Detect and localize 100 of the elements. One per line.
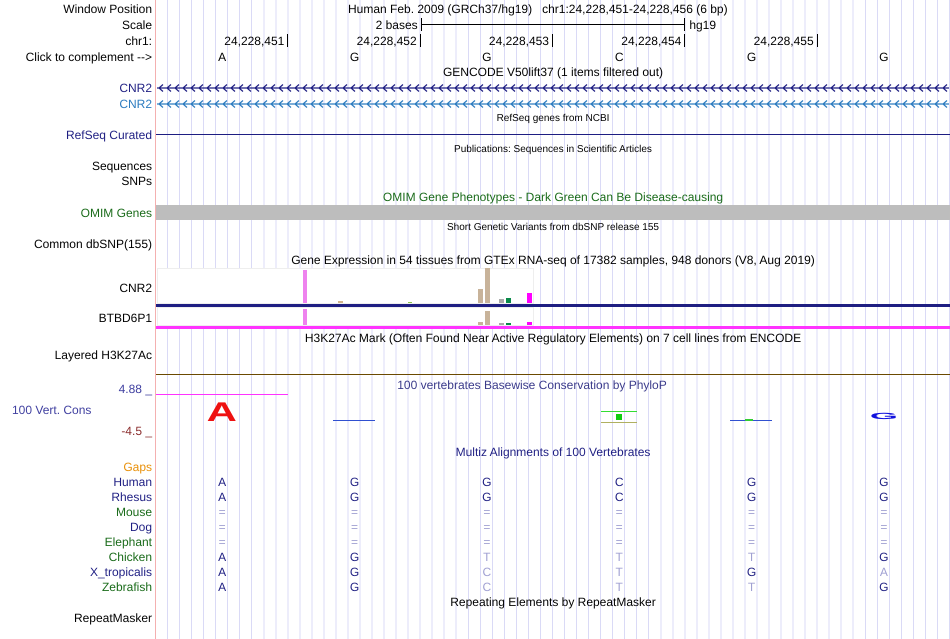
window-position: Human Feb. 2009 (GRCh37/hg19) (348, 2, 532, 16)
aligned-base: T (746, 580, 756, 594)
aligned-base: = (350, 504, 359, 518)
axis-max-label: 4.88 _ (118, 382, 152, 396)
aligned-base: G (878, 550, 890, 564)
species-label[interactable]: X_tropicalis (90, 564, 152, 578)
coordinate-label: 24,228,451 (224, 34, 284, 48)
row-label: Window Position (63, 2, 152, 16)
species-label[interactable]: Dog (130, 520, 152, 534)
track-label[interactable]: CNR2 (119, 280, 152, 294)
aligned-base: = (746, 504, 756, 518)
aligned-base: = (218, 520, 227, 534)
aligned-base: C (481, 564, 492, 578)
track-title: Repeating Elements by RepeatMasker (450, 595, 656, 609)
aligned-base: G (348, 474, 360, 488)
species-label[interactable]: Rhesus (111, 490, 152, 504)
assembly-label: hg19 (688, 18, 718, 32)
base-letter[interactable]: G (420, 50, 553, 64)
track-title: Short Genetic Variants from dbSNP release 155 (447, 221, 659, 235)
aligned-base: G (746, 474, 758, 488)
aligned-base: = (614, 534, 624, 548)
species-label[interactable]: Zebrafish (102, 580, 152, 594)
base-letter[interactable]: C (552, 50, 686, 64)
species-label[interactable]: Chicken (108, 550, 152, 564)
position-range: chr1:24,228,451-24,228,456 (6 bp) (542, 2, 728, 16)
ruler-tick (420, 34, 421, 47)
track-title: GENCODE V50lift37 (1 items filtered out) (442, 65, 664, 79)
aligned-base: C (614, 490, 624, 504)
species-label[interactable]: Human (113, 474, 152, 488)
base-letter[interactable]: G (818, 50, 950, 64)
aligned-base: G (878, 474, 890, 488)
aligned-base: = (350, 520, 359, 534)
aligned-base: T (614, 564, 624, 578)
coordinate-label: 24,228,454 (621, 34, 682, 48)
aligned-base: G (481, 474, 492, 488)
aligned-base: T (482, 550, 492, 564)
aligned-base: A (217, 490, 228, 504)
logo-dash (730, 420, 772, 421)
aligned-base: G (348, 550, 360, 564)
aligned-base: A (878, 564, 889, 578)
track-label[interactable]: 100 Vert. Cons (0, 403, 92, 417)
aligned-base: = (746, 520, 756, 534)
aligned-base: G (746, 490, 758, 504)
aligned-base: C (481, 580, 492, 594)
aligned-base: = (614, 520, 624, 534)
logo-letter: G (870, 412, 898, 421)
aligned-base: T (746, 550, 756, 564)
base-letter[interactable]: G (288, 50, 421, 64)
track-label[interactable]: Layered H3K27Ac (54, 348, 152, 362)
track-label[interactable]: RefSeq Curated (66, 128, 152, 142)
track-label[interactable]: CNR2 (119, 81, 152, 95)
aligned-base: A (217, 564, 228, 578)
track-label[interactable]: Common dbSNP(155) (34, 236, 152, 250)
track-title: RefSeq genes from NCBI (496, 112, 610, 126)
logo-dash (333, 420, 376, 421)
aligned-base: = (482, 504, 492, 518)
track-label[interactable]: SNPs (121, 174, 152, 188)
aligned-base: G (348, 580, 360, 594)
aligned-base: = (218, 504, 227, 518)
coordinate-label: 24,228,455 (754, 34, 814, 48)
aligned-base: = (879, 504, 888, 518)
ruler-tick (287, 34, 288, 47)
aligned-base: = (746, 534, 756, 548)
aligned-base: G (348, 564, 360, 578)
aligned-base: A (217, 580, 228, 594)
ruler-tick (552, 34, 553, 47)
row-label: chr1: (125, 34, 152, 48)
logo-letter: A (207, 399, 238, 426)
coordinate-label: 24,228,453 (488, 34, 549, 48)
aligned-base: = (218, 534, 227, 548)
aligned-base: G (878, 490, 890, 504)
track-label[interactable]: BTBD6P1 (98, 311, 152, 325)
track-title: Gene Expression in 54 tissues from GTEx RNA-seq of 17382 samples, 948 donors (V8, Aug 2019) (291, 252, 815, 266)
track-title: OMIM Gene Phenotypes - Dark Green Can Be Disease-causing (382, 190, 724, 204)
aligned-base: G (348, 490, 360, 504)
ruler-tick (816, 34, 818, 47)
aligned-base: T (614, 550, 624, 564)
aligned-base: A (217, 550, 228, 564)
base-letter[interactable]: A (156, 50, 288, 64)
gene-model[interactable] (156, 84, 950, 92)
logo-mark (601, 411, 638, 423)
aligned-base: = (879, 520, 888, 534)
aligned-base: = (614, 504, 624, 518)
track-label[interactable]: RepeatMasker (74, 610, 152, 624)
species-label[interactable]: Mouse (116, 504, 152, 518)
base-letter[interactable]: G (685, 50, 818, 64)
complement-link[interactable]: Click to complement --> (26, 50, 152, 64)
axis-min-label: -4.5 _ (121, 424, 152, 438)
aligned-base: G (481, 490, 492, 504)
aligned-base: C (614, 474, 624, 488)
track-label[interactable]: Sequences (92, 158, 152, 172)
aligned-base: = (879, 534, 888, 548)
coordinate-label: 24,228,452 (356, 34, 417, 48)
aligned-base: G (878, 580, 890, 594)
aligned-base: T (614, 580, 624, 594)
ruler-tick (684, 34, 686, 47)
aligned-base: = (482, 534, 492, 548)
track-label[interactable]: OMIM Genes (80, 206, 152, 220)
track-label[interactable]: CNR2 (119, 96, 152, 110)
species-label[interactable]: Elephant (104, 534, 152, 548)
